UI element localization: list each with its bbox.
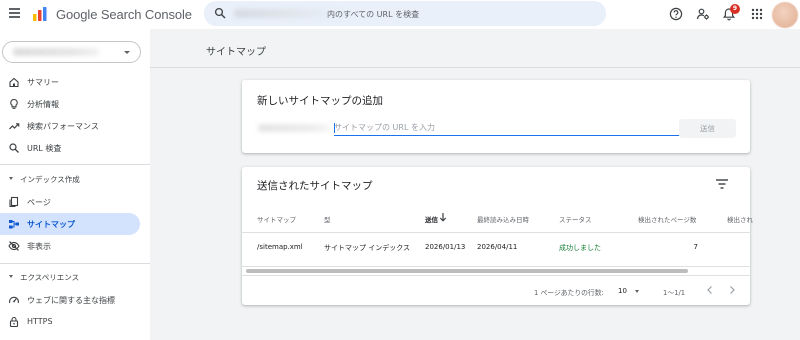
lock-icon	[9, 316, 19, 328]
rows-per-page-select[interactable]: 10	[615, 284, 645, 296]
column-header-discovered-pages[interactable]: 検出されたページ数	[638, 214, 696, 224]
sidebar-item-insights[interactable]: 分析情報	[0, 93, 140, 115]
gauge-icon	[9, 296, 19, 304]
sidebar-item-label: 検索パフォーマンス	[27, 122, 99, 131]
help-icon[interactable]	[669, 7, 683, 21]
sitemap-icon	[9, 220, 19, 229]
search-icon	[9, 143, 19, 153]
column-header-discovered-videos[interactable]: 検出され	[727, 214, 753, 224]
home-icon	[9, 77, 19, 88]
search-icon	[214, 7, 226, 19]
sidebar-item-pages[interactable]: ページ	[0, 191, 140, 213]
manage-users-icon[interactable]	[696, 7, 710, 21]
collapse-triangle-icon	[9, 177, 13, 180]
collapse-triangle-icon	[9, 275, 13, 278]
cell-discovered-pages: 7	[693, 243, 698, 251]
apps-grid-icon[interactable]	[750, 7, 764, 21]
column-header-type[interactable]: 型	[324, 214, 331, 224]
notification-count-badge: 9	[730, 4, 740, 14]
page-title: サイトマップ	[206, 47, 266, 58]
redacted-domain-prefix	[258, 124, 330, 132]
sidebar-item-sitemaps[interactable]: サイトマップ	[0, 213, 140, 235]
sidebar-item-https[interactable]: HTTPS	[0, 311, 140, 333]
header-divider	[150, 67, 800, 68]
menu-icon[interactable]	[9, 8, 20, 18]
arrow-down-icon	[439, 213, 447, 222]
cell-type: サイトマップ インデックス	[324, 244, 411, 252]
sidebar-item-label: 非表示	[27, 242, 51, 251]
column-header-sitemap[interactable]: サイトマップ	[257, 214, 296, 224]
chevron-left-icon[interactable]	[704, 284, 716, 296]
sidebar-item-label: サマリー	[27, 78, 59, 87]
text-cursor	[334, 123, 335, 133]
sidebar-item-label: サイトマップ	[27, 220, 75, 229]
redacted-property-name	[13, 48, 99, 56]
rows-per-page-label: 1 ページあたりの行数:	[534, 289, 604, 297]
table-row-divider	[242, 266, 750, 267]
search-console-logo	[33, 7, 47, 21]
search-placeholder: 内のすべての URL を検査	[327, 10, 420, 19]
cell-sitemap: /sitemap.xml	[257, 243, 303, 251]
cell-last-read: 2026/04/11	[477, 243, 518, 251]
sidebar-item-core-web-vitals[interactable]: ウェブに関する主な指標	[0, 289, 140, 311]
rows-per-page-value: 10	[618, 287, 627, 295]
submit-button[interactable]: 送信	[679, 119, 736, 138]
section-label: エクスペリエンス	[20, 273, 80, 282]
add-sitemap-title: 新しいサイトマップの追加	[257, 95, 383, 107]
pagination-range: 1〜1/1	[663, 289, 686, 297]
sidebar-divider	[0, 164, 150, 165]
column-header-last-read[interactable]: 最終読み込み日時	[477, 214, 529, 224]
filter-icon[interactable]	[715, 178, 729, 190]
sidebar-item-summary[interactable]: サマリー	[0, 71, 140, 93]
submitted-sitemaps-title: 送信されたサイトマップ	[257, 180, 373, 192]
sidebar-divider	[0, 263, 150, 264]
sidebar-item-label: ページ	[27, 198, 51, 207]
table-footer-divider	[242, 275, 750, 276]
property-selector[interactable]	[2, 41, 141, 63]
horizontal-scrollbar[interactable]	[246, 269, 688, 273]
pages-icon	[9, 196, 19, 208]
sidebar-item-removals[interactable]: 非表示	[0, 235, 140, 257]
chevron-down-icon	[635, 290, 639, 293]
top-app-bar: Google Search Console 内のすべての URL を検査 9	[0, 0, 800, 29]
chevron-down-icon	[124, 51, 130, 54]
sidebar-item-label: 分析情報	[27, 100, 59, 109]
chevron-right-icon[interactable]	[726, 284, 738, 296]
sidebar-item-label: ウェブに関する主な指標	[27, 296, 115, 305]
eye-off-icon	[8, 241, 20, 251]
lightbulb-icon	[10, 98, 18, 109]
add-sitemap-card: 新しいサイトマップの追加 送信	[242, 80, 750, 153]
sidebar-item-performance[interactable]: 検索パフォーマンス	[0, 115, 140, 137]
column-header-status[interactable]: ステータス	[559, 214, 592, 224]
section-label: インデックス作成	[20, 175, 80, 184]
sidebar: サマリー 分析情報 検索パフォーマンス URL 検査 インデックス作成 ページ	[0, 29, 150, 340]
sitemap-url-input[interactable]	[334, 120, 680, 136]
cell-submitted: 2026/01/13	[425, 243, 466, 251]
account-avatar[interactable]	[772, 2, 798, 28]
section-indexing[interactable]: インデックス作成	[0, 171, 140, 187]
submitted-sitemaps-card: 送信されたサイトマップ サイトマップ 型 送信 最終読み込み日時 ステータス 検…	[242, 167, 753, 305]
sidebar-item-label: HTTPS	[27, 317, 53, 326]
table-header-divider	[242, 232, 750, 233]
product-name: Google Search Console	[56, 7, 192, 22]
cell-status: 成功しました	[559, 244, 601, 252]
url-inspection-search[interactable]: 内のすべての URL を検査	[204, 1, 606, 26]
section-experience[interactable]: エクスペリエンス	[0, 269, 140, 285]
sidebar-item-label: URL 検査	[27, 144, 62, 153]
trending-up-icon	[9, 123, 20, 130]
column-header-submitted[interactable]: 送信	[425, 214, 438, 224]
sidebar-item-url-inspection[interactable]: URL 検査	[0, 137, 140, 159]
